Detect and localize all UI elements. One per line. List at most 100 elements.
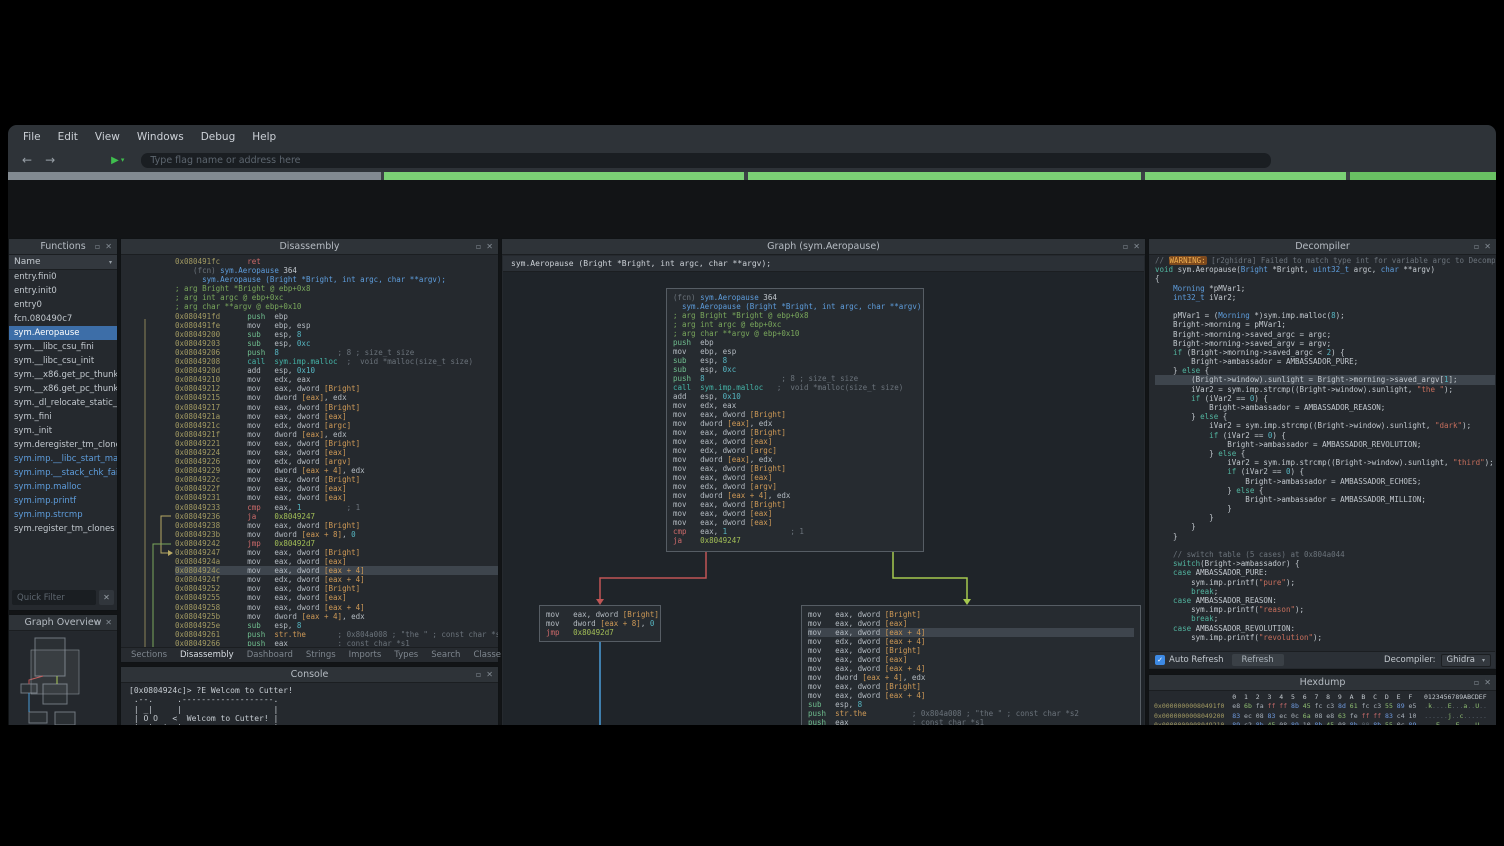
- code-line[interactable]: 0x08049238 mov eax, dword [Bright]: [175, 521, 498, 530]
- code-line[interactable]: } else {: [1155, 449, 1495, 458]
- code-line[interactable]: iVar2 = sym.imp.strcmp((Bright->window).…: [1155, 458, 1495, 467]
- code-line[interactable]: 0x08049247 mov eax, dword [Bright]: [175, 548, 498, 557]
- hexdump-row[interactable]: 0x00000000080491f0 e8 6b fa ff ff 8b 45 …: [1154, 702, 1495, 711]
- code-line[interactable]: }: [1155, 504, 1495, 513]
- function-item[interactable]: sym._init: [9, 424, 117, 438]
- functions-sort-header[interactable]: Name ▾: [9, 255, 117, 270]
- function-item[interactable]: entry.fini0: [9, 270, 117, 284]
- undock-icon[interactable]: ▫: [1474, 242, 1479, 251]
- code-line[interactable]: Morning *pMVar1;: [1155, 284, 1495, 293]
- code-line[interactable]: ; arg int argc @ ebp+0xc: [673, 320, 917, 329]
- code-line[interactable]: 0x0804925e sub esp, 8: [175, 621, 498, 630]
- code-line[interactable]: 0x08049208 call sym.imp.malloc ; void *m…: [175, 357, 498, 366]
- menu-view[interactable]: View: [95, 131, 120, 143]
- code-line[interactable]: Bright->ambassador = AMBASSADOR_ECHOES;: [1155, 477, 1495, 486]
- code-line[interactable]: }: [1155, 522, 1495, 531]
- code-line[interactable]: sub esp, 8: [673, 356, 917, 365]
- code-line[interactable]: } else {: [1155, 366, 1495, 375]
- hexdump-row[interactable]: 0x0000000008049200 83 ec 08 83 ec 0c 6a …: [1154, 712, 1495, 721]
- code-line[interactable]: mov eax, dword [Bright]: [808, 682, 1134, 691]
- code-line[interactable]: 0x08049210 mov edx, eax: [175, 375, 498, 384]
- close-icon[interactable]: ✕: [1133, 242, 1140, 251]
- code-line[interactable]: case AMBASSADOR_REVOLUTION:: [1155, 624, 1495, 633]
- code-line[interactable]: mov eax, dword [Bright]: [673, 500, 917, 509]
- code-line[interactable]: 0x0804924f mov edx, dword [eax + 4]: [175, 575, 498, 584]
- code-line[interactable]: sym.imp.printf("pure");: [1155, 578, 1495, 587]
- code-line[interactable]: 0x08049215 mov dword [eax], edx: [175, 393, 498, 402]
- auto-refresh-checkbox[interactable]: ✓: [1155, 655, 1165, 665]
- undock-icon[interactable]: ▫: [476, 242, 481, 251]
- code-line[interactable]: Bright->morning->saved_argc = argc;: [1155, 330, 1495, 339]
- code-line[interactable]: [1155, 302, 1495, 311]
- tab-dashboard[interactable]: Dashboard: [247, 650, 293, 660]
- code-line[interactable]: void sym.Aeropause(Bright *Bright, uint3…: [1155, 265, 1495, 274]
- tab-search[interactable]: Search: [431, 650, 460, 660]
- code-line[interactable]: Bright->ambassador = AMBASSADOR_MILLION;: [1155, 495, 1495, 504]
- code-line[interactable]: sym.Aeropause (Bright *Bright, int argc,…: [673, 302, 917, 311]
- undock-icon[interactable]: ▫: [95, 242, 100, 251]
- code-line[interactable]: ; arg int argc @ ebp+0xc: [175, 293, 498, 302]
- code-line[interactable]: case AMBASSADOR_PURE:: [1155, 568, 1495, 577]
- code-line[interactable]: mov edx, dword [argc]: [673, 446, 917, 455]
- code-line[interactable]: 0x0804922c mov eax, dword [Bright]: [175, 475, 498, 484]
- code-line[interactable]: mov dword [eax + 4], edx: [808, 673, 1134, 682]
- function-item[interactable]: sym.register_tm_clones: [9, 522, 117, 536]
- function-item[interactable]: sym.__x86.get_pc_thunk.bp: [9, 368, 117, 382]
- quick-filter-clear-button[interactable]: ✕: [99, 590, 114, 605]
- code-line[interactable]: mov dword [eax], edx: [673, 455, 917, 464]
- code-line[interactable]: if (iVar2 == 0) {: [1155, 431, 1495, 440]
- code-line[interactable]: 0x080491fd push ebp: [175, 312, 498, 321]
- tab-strings[interactable]: Strings: [306, 650, 336, 660]
- forward-button[interactable]: →: [45, 153, 55, 167]
- undock-icon[interactable]: ▫: [1123, 242, 1128, 251]
- undock-icon[interactable]: ▫: [1474, 678, 1479, 687]
- code-line[interactable]: {: [1155, 274, 1495, 283]
- function-item[interactable]: sym.imp.__libc_start_main: [9, 452, 117, 466]
- code-line[interactable]: mov dword [eax + 8], 0: [546, 619, 654, 628]
- code-line[interactable]: mov eax, dword [eax]: [673, 518, 917, 527]
- code-line[interactable]: } else {: [1155, 412, 1495, 421]
- code-line[interactable]: if (Bright->morning->saved_argc < 2) {: [1155, 348, 1495, 357]
- code-line[interactable]: 0x08049258 mov eax, dword [eax + 4]: [175, 603, 498, 612]
- code-line[interactable]: (fcn) sym.Aeropause 364: [175, 266, 498, 275]
- address-search-input[interactable]: [150, 155, 1271, 166]
- code-line[interactable]: 0x08049217 mov eax, dword [Bright]: [175, 403, 498, 412]
- code-line[interactable]: mov eax, dword [Bright]: [673, 464, 917, 473]
- code-line[interactable]: 0x08049266 push eax ; const char *s1: [175, 639, 498, 646]
- code-line[interactable]: 0x08049212 mov eax, dword [Bright]: [175, 384, 498, 393]
- code-line[interactable]: (Bright->window).sunlight = Bright->morn…: [1155, 375, 1495, 384]
- code-line[interactable]: push str.the ; 0x804a008 ; "the " ; cons…: [808, 709, 1134, 718]
- code-line[interactable]: }: [1155, 513, 1495, 522]
- code-line[interactable]: 0x08049255 mov eax, dword [eax]: [175, 593, 498, 602]
- code-line[interactable]: if (iVar2 == 0) {: [1155, 467, 1495, 476]
- memory-segment[interactable]: [748, 172, 1141, 180]
- function-item[interactable]: sym._fini: [9, 410, 117, 424]
- code-line[interactable]: push eax ; const char *s1: [808, 718, 1134, 725]
- hexdump-row[interactable]: 0x0000000008049210 89 c2 8b 45 08 89 10 …: [1154, 721, 1495, 725]
- code-line[interactable]: 0x0804922f mov eax, dword [eax]: [175, 484, 498, 493]
- code-line[interactable]: } else {: [1155, 486, 1495, 495]
- function-item[interactable]: sym._dl_relocate_static_pie: [9, 396, 117, 410]
- code-line[interactable]: ; arg Bright *Bright @ ebp+0x8: [673, 311, 917, 320]
- code-line[interactable]: [1155, 541, 1495, 550]
- code-line[interactable]: 0x08049261 push str.the ; 0x804a008 ; "t…: [175, 630, 498, 639]
- code-line[interactable]: Bright->morning->saved_argv = argv;: [1155, 339, 1495, 348]
- code-line[interactable]: 0x0804924a mov eax, dword [eax]: [175, 557, 498, 566]
- menu-debug[interactable]: Debug: [201, 131, 236, 143]
- menu-edit[interactable]: Edit: [58, 131, 78, 143]
- close-icon[interactable]: ✕: [1484, 678, 1491, 687]
- seek-bar[interactable]: [8, 172, 1496, 180]
- code-line[interactable]: 0x080491fc ret: [175, 257, 498, 266]
- code-line[interactable]: ; arg char **argv @ ebp+0x10: [673, 329, 917, 338]
- code-line[interactable]: mov eax, dword [eax]: [673, 473, 917, 482]
- menu-windows[interactable]: Windows: [137, 131, 184, 143]
- close-icon[interactable]: ✕: [1484, 242, 1491, 251]
- decompiler-select[interactable]: Ghidra ▾: [1441, 654, 1491, 667]
- debug-start-button[interactable]: ▶ ▾: [111, 155, 124, 166]
- code-line[interactable]: push 8 ; 8 ; size_t size: [673, 374, 917, 383]
- function-item[interactable]: sym.Aeropause: [9, 326, 117, 340]
- function-item[interactable]: fcn.080490c7: [9, 312, 117, 326]
- code-line[interactable]: ; arg char **argv @ ebp+0x10: [175, 302, 498, 311]
- function-item[interactable]: entry0: [9, 298, 117, 312]
- function-item[interactable]: sym.imp.strcmp: [9, 508, 117, 522]
